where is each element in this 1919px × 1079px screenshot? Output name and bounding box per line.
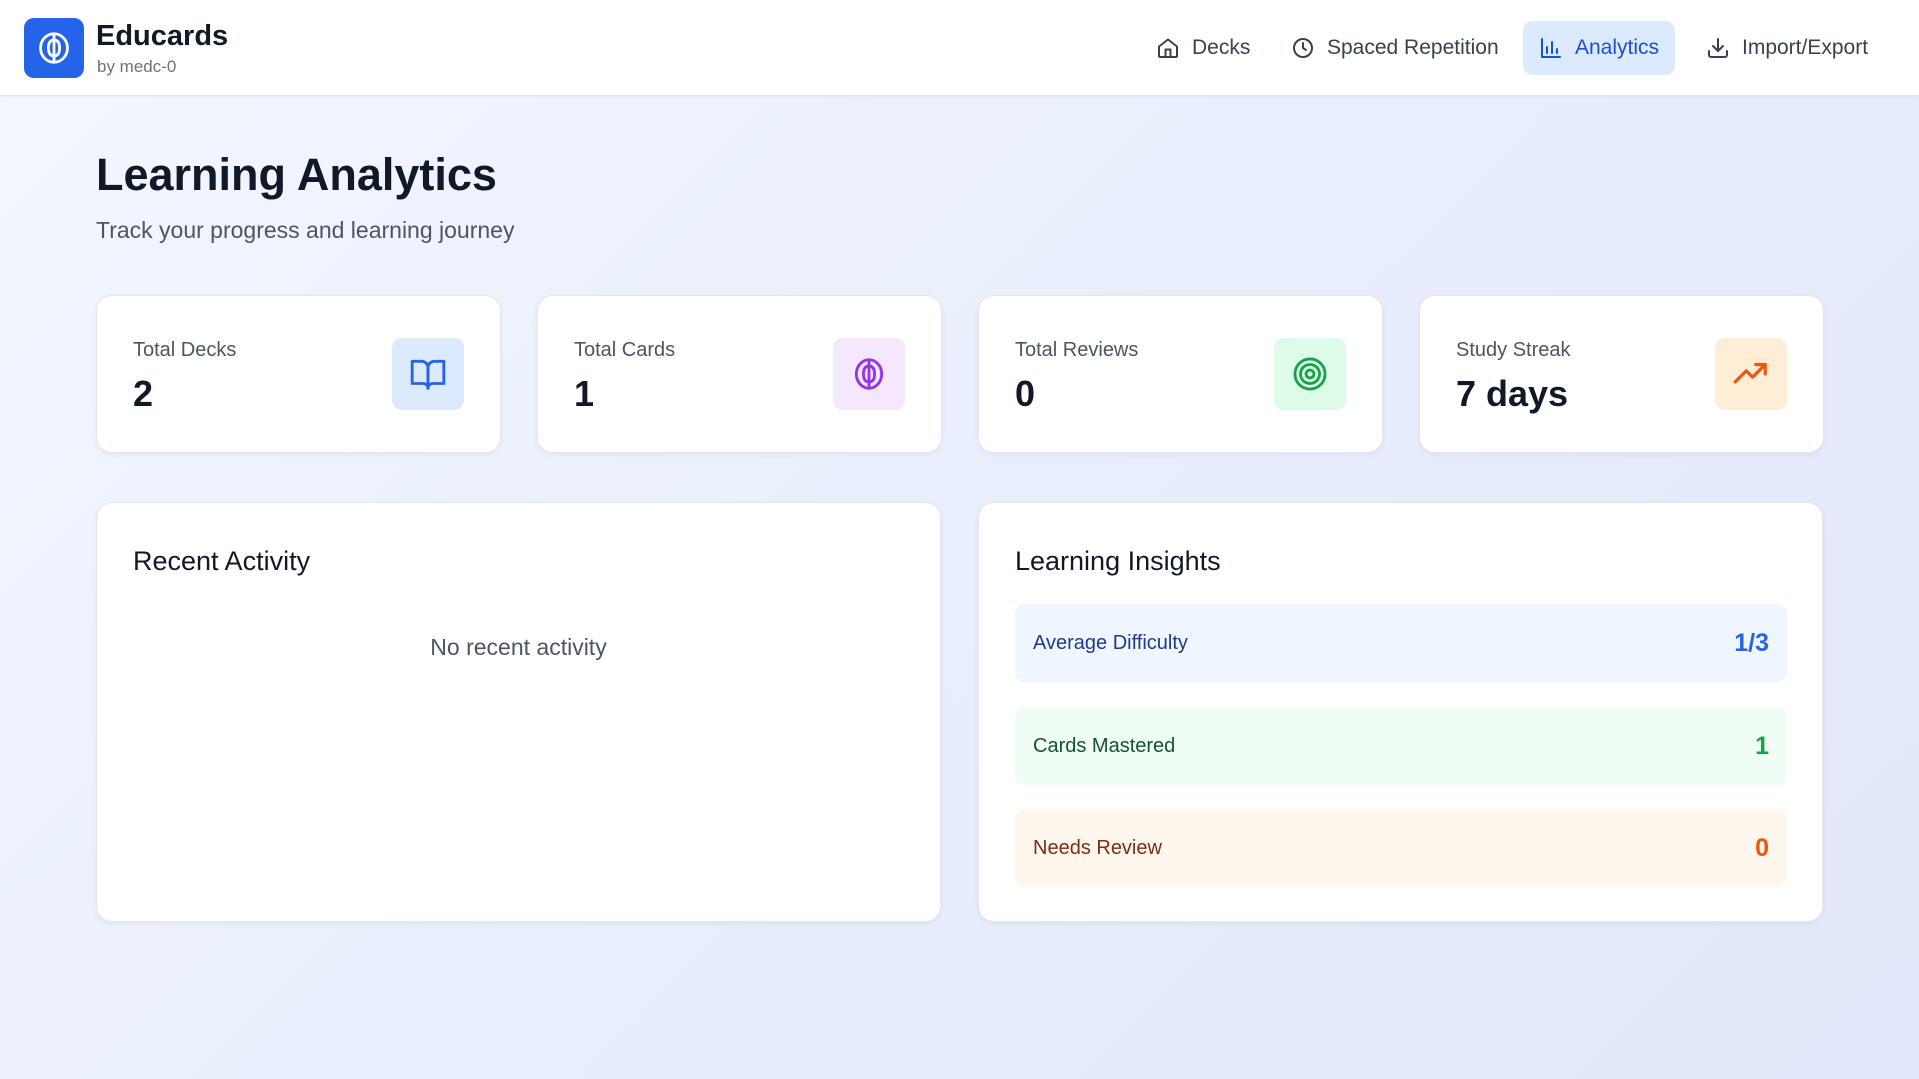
app-byline: by medc-0: [97, 57, 177, 76]
stat-label: Total Decks: [133, 339, 237, 361]
nav-analytics[interactable]: Analytics: [1523, 21, 1676, 75]
book-open-icon: [410, 359, 446, 390]
stat-value: 1: [574, 373, 595, 414]
insight-label: Cards Mastered: [1033, 734, 1176, 757]
stat-card-total-decks: Total Decks 2: [96, 295, 501, 453]
nav-decks[interactable]: Decks: [1140, 21, 1266, 75]
recent-activity-empty: No recent activity: [430, 634, 607, 660]
app-logo[interactable]: [24, 18, 84, 78]
nav-import-export[interactable]: Import/Export: [1690, 21, 1884, 75]
insight-label: Needs Review: [1033, 836, 1162, 859]
trending-up-icon: [1733, 362, 1767, 384]
recent-activity-panel: Recent Activity No recent activity: [96, 502, 941, 922]
top-nav-bar: Educards by medc-0 Decks Spaced Repetiti…: [0, 0, 1919, 96]
insight-value: 1/3: [1734, 628, 1769, 657]
nav-decks-label: Decks: [1192, 36, 1251, 59]
stat-label: Total Reviews: [1015, 339, 1139, 361]
stat-icon-wrap: [833, 338, 905, 410]
nav-analytics-label: Analytics: [1575, 36, 1660, 59]
brain-icon: [854, 358, 884, 390]
stat-card-total-cards: Total Cards 1: [537, 295, 942, 453]
stat-card-study-streak: Study Streak 7 days: [1419, 295, 1824, 453]
stat-label: Study Streak: [1456, 339, 1571, 361]
insight-cards-mastered: Cards Mastered 1: [1015, 707, 1787, 785]
clock-icon: [1293, 38, 1313, 58]
stat-label: Total Cards: [574, 339, 676, 361]
recent-activity-title: Recent Activity: [133, 546, 311, 576]
target-icon: [1293, 357, 1327, 391]
stat-card-total-reviews: Total Reviews 0: [978, 295, 1383, 453]
download-icon: [1708, 38, 1728, 58]
bar-chart-icon: [1541, 38, 1561, 58]
brain-icon: [39, 32, 69, 64]
insight-value: 0: [1755, 833, 1769, 862]
insight-value: 1: [1755, 731, 1769, 760]
stat-icon-wrap: [1715, 338, 1787, 410]
page-title: Learning Analytics: [96, 149, 497, 200]
stat-value: 0: [1015, 373, 1036, 414]
insight-needs-review: Needs Review 0: [1015, 809, 1787, 887]
home-icon: [1158, 38, 1178, 58]
nav-spaced-repetition-label: Spaced Repetition: [1327, 36, 1499, 59]
stat-icon-wrap: [1274, 338, 1346, 410]
stat-value: 2: [133, 373, 154, 414]
stat-icon-wrap: [392, 338, 464, 410]
nav-spaced-repetition[interactable]: Spaced Repetition: [1275, 21, 1515, 75]
learning-insights-title: Learning Insights: [1015, 546, 1221, 576]
insight-label: Average Difficulty: [1033, 631, 1188, 654]
insight-average-difficulty: Average Difficulty 1/3: [1015, 604, 1787, 682]
stat-value: 7 days: [1456, 373, 1569, 414]
app-name: Educards: [96, 20, 229, 52]
learning-insights-panel: Learning Insights Average Difficulty 1/3…: [978, 502, 1823, 922]
page-subtitle: Track your progress and learning journey: [96, 217, 515, 243]
nav-import-export-label: Import/Export: [1742, 36, 1869, 59]
